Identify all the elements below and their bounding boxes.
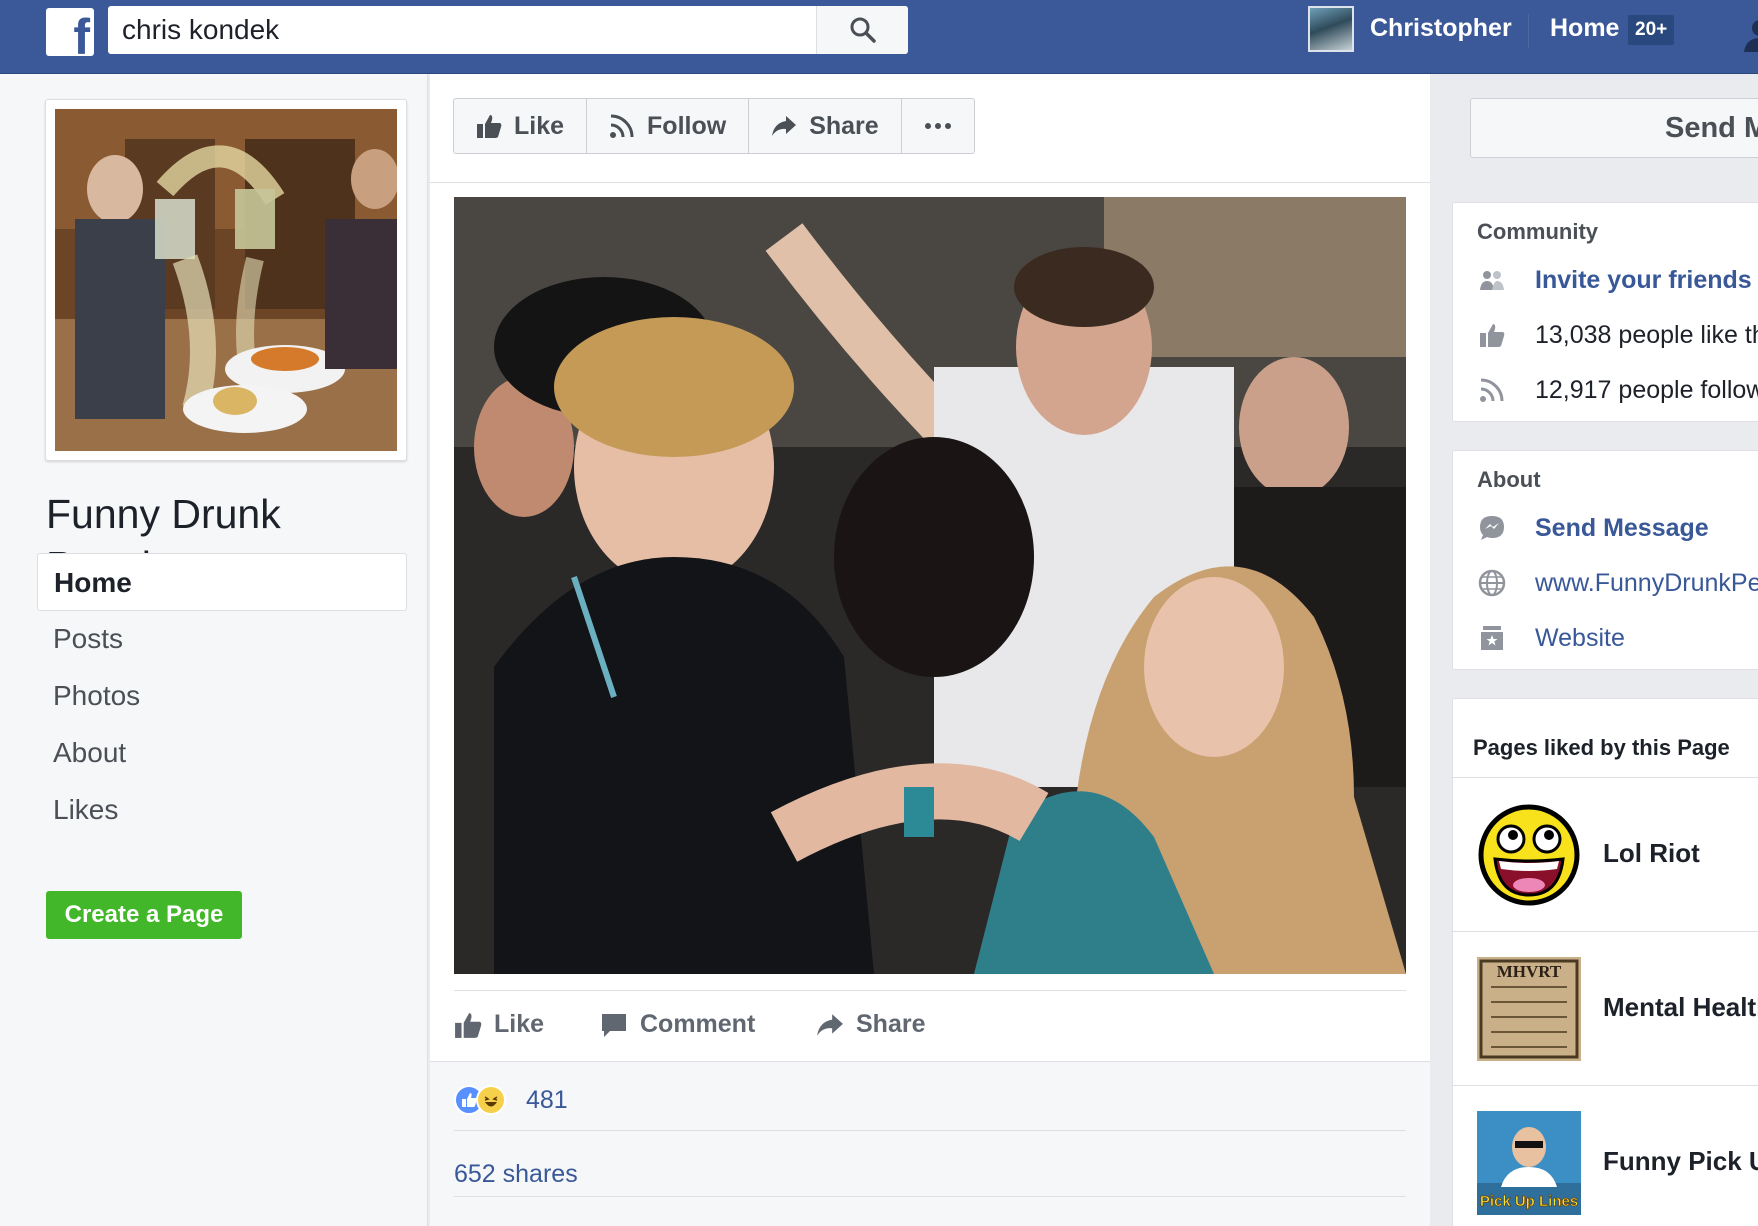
post-divider-middle bbox=[454, 1130, 1406, 1131]
post-feedback-area bbox=[430, 1061, 1430, 1226]
rss-follow-icon bbox=[610, 114, 634, 138]
user-name-link[interactable]: Christopher bbox=[1370, 14, 1512, 43]
liked-page-item[interactable]: Pick Up Lines Funny Pick Up Lines bbox=[1453, 1085, 1758, 1226]
send-message-button[interactable]: Send Message bbox=[1470, 98, 1758, 158]
liked-page-item[interactable]: Lol Riot bbox=[1453, 777, 1758, 931]
ellipsis-icon bbox=[924, 123, 951, 129]
user-avatar[interactable] bbox=[1308, 6, 1354, 52]
liked-page-name[interactable]: Mental Health Humor bbox=[1603, 992, 1758, 1023]
share-arrow-icon bbox=[772, 116, 797, 136]
messenger-icon bbox=[1477, 513, 1507, 543]
top-navigation-bar: f Christopher Home 20+ bbox=[0, 0, 1758, 74]
nav-item-home[interactable]: Home bbox=[37, 553, 407, 611]
about-send-message-text: Send Message bbox=[1535, 513, 1709, 542]
page-follows-count: 12,917 people follow this bbox=[1535, 375, 1758, 404]
website-url-link[interactable]: www.FunnyDrunkPeople.com bbox=[1477, 568, 1758, 598]
page-more-button[interactable] bbox=[902, 99, 974, 153]
website-category-icon bbox=[1477, 623, 1507, 653]
page-share-label: Share bbox=[809, 111, 879, 140]
post-share-label: Share bbox=[856, 1010, 926, 1038]
website-label-link[interactable]: Website bbox=[1477, 623, 1625, 653]
post-like-label: Like bbox=[494, 1010, 545, 1038]
post-like-button[interactable]: Like bbox=[454, 1010, 544, 1039]
nav-item-about[interactable]: About bbox=[37, 724, 407, 782]
facebook-logo-icon[interactable]: f bbox=[46, 8, 94, 56]
nav-item-likes[interactable]: Likes bbox=[37, 781, 407, 839]
search-icon bbox=[850, 17, 876, 43]
page-like-label: Like bbox=[514, 111, 565, 140]
page-share-button[interactable]: Share bbox=[749, 99, 902, 153]
liked-page-name[interactable]: Funny Pick Up Lines bbox=[1603, 1146, 1758, 1177]
post-divider-top bbox=[454, 990, 1406, 991]
thumbs-up-icon bbox=[455, 1012, 482, 1038]
globe-icon bbox=[1477, 568, 1507, 598]
page-follows-row: 12,917 people follow this bbox=[1477, 375, 1758, 405]
liked-page-name[interactable]: Lol Riot bbox=[1603, 838, 1700, 869]
share-count-link[interactable]: 652 shares bbox=[454, 1160, 578, 1189]
reaction-count[interactable]: 481 bbox=[526, 1086, 568, 1115]
website-label-text: Website bbox=[1535, 623, 1625, 652]
mental-health-thumb-text: MHVRT bbox=[1497, 962, 1562, 981]
comment-bubble-icon bbox=[602, 1013, 626, 1037]
invite-friends-text: Invite your friends to like this Page bbox=[1535, 265, 1758, 294]
search-input[interactable] bbox=[108, 6, 908, 54]
home-notification-badge: 20+ bbox=[1628, 15, 1675, 45]
page-likes-count: 13,038 people like this bbox=[1535, 320, 1758, 349]
search-box bbox=[108, 6, 908, 54]
about-send-message-link[interactable]: Send Message bbox=[1477, 513, 1709, 543]
create-page-button[interactable]: Create a Page bbox=[46, 891, 242, 939]
post-divider-bottom bbox=[454, 1196, 1406, 1197]
invite-friends-icon bbox=[1477, 265, 1507, 295]
about-card: About Send Message www.FunnyDrunkPeople.… bbox=[1452, 450, 1758, 670]
rss-follow-icon bbox=[1477, 375, 1507, 405]
invite-friends-link[interactable]: Invite your friends to like this Page bbox=[1477, 265, 1758, 295]
nav-item-posts[interactable]: Posts bbox=[37, 610, 407, 668]
pages-liked-title: Pages liked by this Page bbox=[1473, 735, 1730, 760]
about-title: About bbox=[1477, 467, 1541, 492]
page-follow-label: Follow bbox=[647, 111, 727, 140]
post-comment-label: Comment bbox=[640, 1010, 756, 1038]
header-divider bbox=[430, 182, 1430, 183]
profile-picture[interactable] bbox=[55, 109, 397, 451]
page-likes-row: 13,038 people like this bbox=[1477, 320, 1758, 350]
haha-reaction-icon[interactable] bbox=[476, 1085, 506, 1115]
friend-requests-icon[interactable] bbox=[1738, 14, 1758, 52]
page-action-bar: Like Follow Share bbox=[453, 98, 975, 154]
nav-item-photos[interactable]: Photos bbox=[37, 667, 407, 725]
post-share-button[interactable]: Share bbox=[816, 1010, 925, 1039]
lol-riot-avatar[interactable] bbox=[1477, 803, 1581, 907]
left-sidebar: Funny Drunk People Home Posts Photos Abo… bbox=[0, 74, 428, 1226]
post-comment-button[interactable]: Comment bbox=[600, 1010, 755, 1039]
liked-page-item[interactable]: MHVRT Mental Health Humor bbox=[1453, 931, 1758, 1085]
page-like-button[interactable]: Like bbox=[454, 99, 588, 153]
community-card: Community Invite your friends to like th… bbox=[1452, 202, 1758, 422]
search-button[interactable] bbox=[816, 6, 908, 54]
thumbs-up-icon bbox=[1477, 320, 1507, 350]
mental-health-avatar[interactable]: MHVRT bbox=[1477, 957, 1581, 1061]
pages-liked-card: Pages liked by this Page Lol Riot MHVRT bbox=[1452, 698, 1758, 1226]
home-link[interactable]: Home bbox=[1550, 14, 1619, 43]
share-arrow-icon bbox=[817, 1013, 843, 1036]
pick-up-lines-thumb-text: Pick Up Lines bbox=[1480, 1193, 1578, 1210]
pick-up-lines-avatar[interactable]: Pick Up Lines bbox=[1477, 1111, 1581, 1215]
profile-picture-frame[interactable] bbox=[45, 99, 407, 461]
topbar-divider bbox=[1528, 14, 1529, 48]
post-photo[interactable] bbox=[454, 197, 1406, 974]
page-follow-button[interactable]: Follow bbox=[587, 99, 750, 153]
website-url-text: www.FunnyDrunkPeople.com bbox=[1535, 568, 1758, 597]
thumbs-up-icon bbox=[477, 115, 502, 138]
community-title: Community bbox=[1477, 219, 1598, 244]
